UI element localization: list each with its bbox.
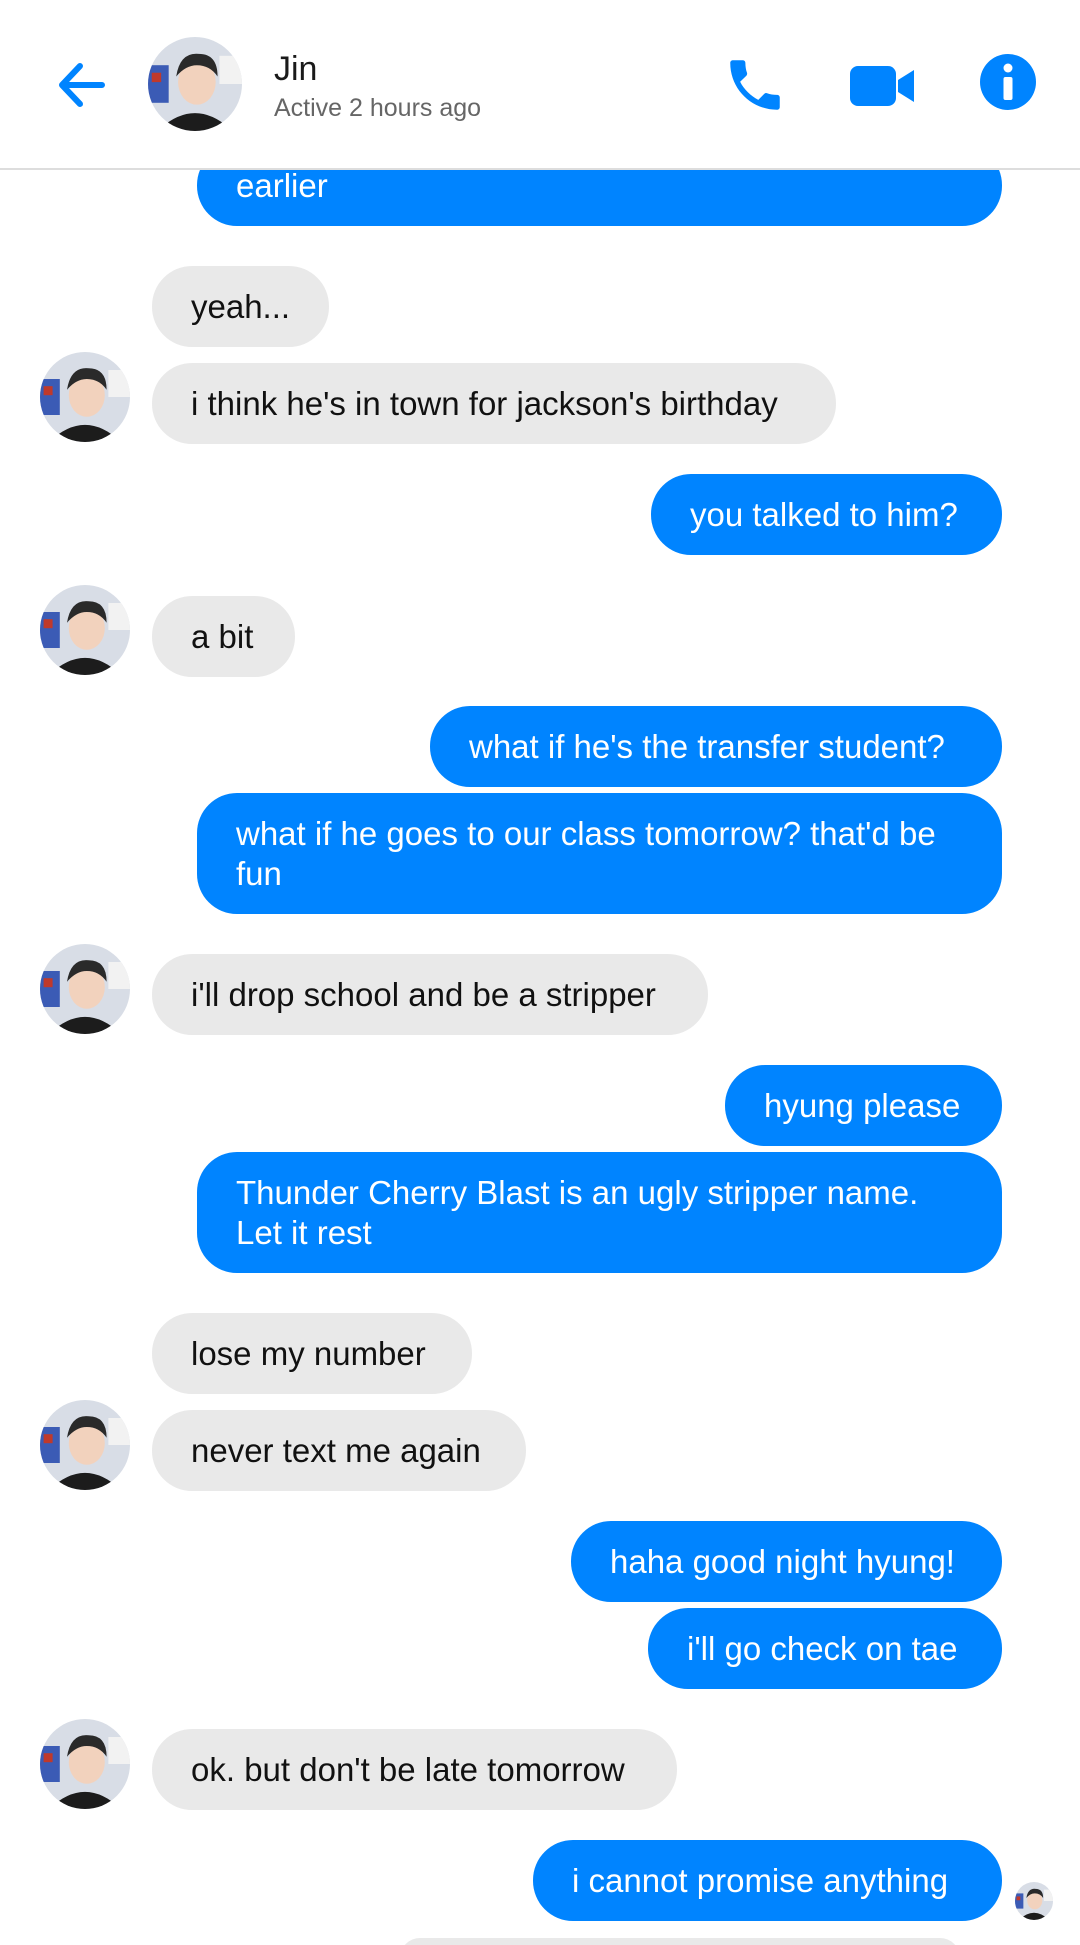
message-bubble-outgoing[interactable]: what if he's the transfer student? <box>430 706 1002 787</box>
conversation-header: Jin Active 2 hours ago <box>0 0 1080 170</box>
message-bubble-outgoing[interactable]: what if he goes to our class tomorrow? t… <box>197 793 1002 914</box>
phone-icon[interactable] <box>722 52 788 118</box>
seen-indicator-avatar <box>1015 1882 1053 1920</box>
message-bubble-incoming[interactable]: i'll drop school and be a stripper <box>152 954 708 1035</box>
message-bubble-outgoing[interactable]: i cannot promise anything <box>533 1840 1002 1921</box>
message-bubble-incoming[interactable]: lose my number <box>152 1313 472 1394</box>
message-thread[interactable]: earlier yeah... i think he's in town for… <box>0 0 1080 1945</box>
message-bubble-outgoing[interactable]: hyung please <box>725 1065 1002 1146</box>
message-bubble-incoming[interactable]: ok. but don't be late tomorrow <box>152 1729 677 1810</box>
contact-avatar[interactable] <box>40 585 130 675</box>
message-bubble-incoming[interactable]: a bit <box>152 596 295 677</box>
message-bubble-incoming[interactable]: yeah... <box>152 266 329 347</box>
info-icon[interactable] <box>978 52 1038 118</box>
contact-avatar[interactable] <box>40 1719 130 1809</box>
message-bubble-incoming[interactable]: i think he's in town for jackson's birth… <box>152 363 836 444</box>
contact-avatar[interactable] <box>40 944 130 1034</box>
message-bubble-partial[interactable] <box>400 1938 960 1945</box>
message-bubble-outgoing[interactable]: haha good night hyung! <box>571 1521 1002 1602</box>
message-bubble-outgoing[interactable]: you talked to him? <box>651 474 1002 555</box>
contact-avatar[interactable] <box>40 1400 130 1490</box>
message-bubble-outgoing[interactable]: Thunder Cherry Blast is an ugly stripper… <box>197 1152 1002 1273</box>
contact-avatar[interactable] <box>148 37 242 131</box>
back-arrow-icon[interactable] <box>50 52 116 118</box>
message-bubble-outgoing[interactable]: i'll go check on tae <box>648 1608 1002 1689</box>
message-bubble-incoming[interactable]: never text me again <box>152 1410 526 1491</box>
video-camera-icon[interactable] <box>848 52 914 118</box>
active-status: Active 2 hours ago <box>274 94 482 122</box>
contact-avatar[interactable] <box>40 352 130 442</box>
contact-name[interactable]: Jin <box>274 50 317 89</box>
